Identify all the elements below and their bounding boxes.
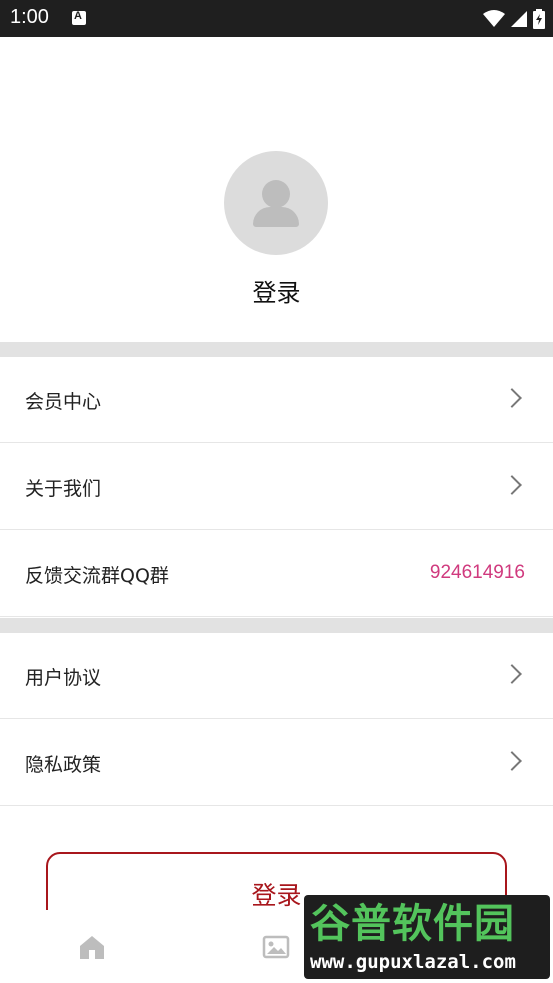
qq-group-number[interactable]: 924614916 <box>430 562 525 584</box>
section-divider <box>0 618 553 633</box>
avatar-user-body <box>253 207 299 227</box>
image-icon <box>262 935 290 959</box>
menu-item-label: 隐私政策 <box>25 754 102 776</box>
status-icons <box>483 8 545 30</box>
menu-item-label: 用户协议 <box>25 667 102 689</box>
signal-icon <box>511 11 527 27</box>
avatar-user-icon <box>262 180 290 208</box>
profile-header: 登录 <box>0 37 553 342</box>
menu-item-about-us[interactable]: 关于我们 <box>0 444 553 530</box>
battery-icon <box>533 9 545 29</box>
menu-item-label: 反馈交流群QQ群 <box>25 565 169 587</box>
wifi-icon <box>483 10 505 27</box>
menu-item-label: 会员中心 <box>25 391 102 413</box>
notification-a-icon <box>72 10 86 25</box>
menu-item-user-agreement[interactable]: 用户协议 <box>0 633 553 719</box>
watermark-title: 谷普软件园 <box>310 901 515 947</box>
avatar[interactable] <box>224 151 328 255</box>
chevron-right-icon <box>502 475 522 495</box>
menu-item-privacy-policy[interactable]: 隐私政策 <box>0 720 553 806</box>
menu-item-feedback-qq-group[interactable]: 反馈交流群QQ群 924614916 <box>0 531 553 617</box>
status-time: 1:00 <box>10 6 49 28</box>
chevron-right-icon <box>502 664 522 684</box>
menu-item-label: 关于我们 <box>25 478 102 500</box>
tab-home[interactable] <box>0 910 184 983</box>
menu-item-member-center[interactable]: 会员中心 <box>0 357 553 443</box>
chevron-right-icon <box>502 388 522 408</box>
section-divider <box>0 342 553 357</box>
status-bar: 1:00 <box>0 0 553 37</box>
profile-login-link[interactable]: 登录 <box>0 273 553 308</box>
home-icon <box>80 936 104 959</box>
chevron-right-icon <box>502 751 522 771</box>
watermark-logo: 谷普软件园 www.gupuxlazal.com <box>304 895 550 979</box>
watermark-url: www.gupuxlazal.com <box>310 951 516 973</box>
